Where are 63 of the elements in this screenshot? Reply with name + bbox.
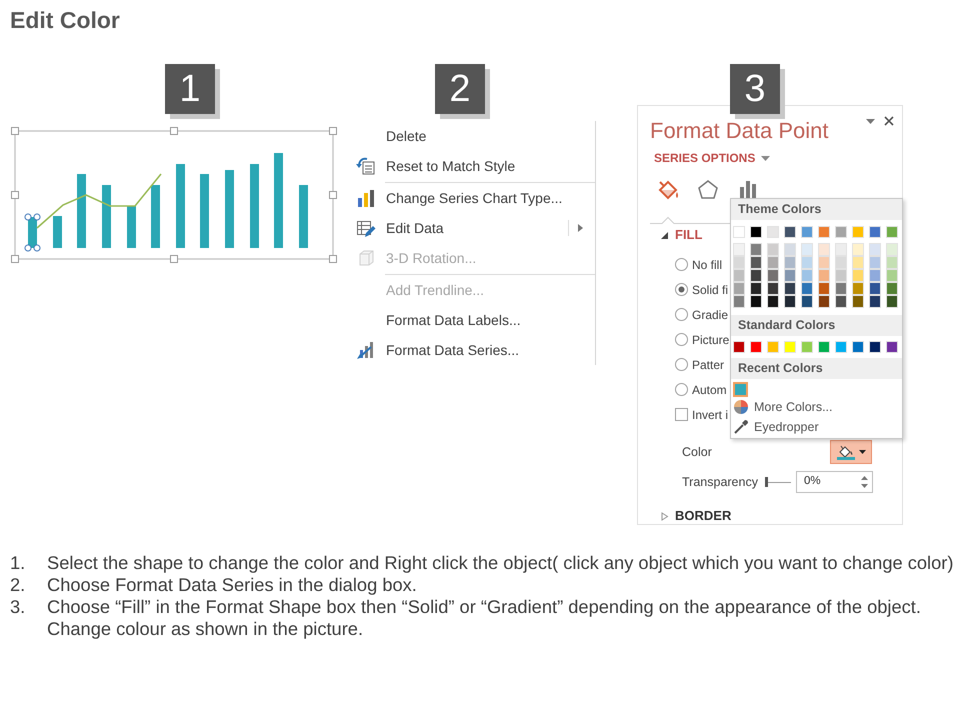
resize-handle[interactable] (329, 255, 337, 263)
list-number: 1. (10, 552, 26, 574)
section-header[interactable]: BORDER (660, 509, 732, 523)
caret-icon[interactable] (866, 118, 875, 124)
resize-handle[interactable] (11, 255, 19, 263)
menu-item[interactable]: Format Data Series... (352, 335, 595, 365)
transparency-slider[interactable] (765, 476, 791, 488)
percent-field[interactable]: 0% (796, 471, 873, 493)
instruction-text: Select the shape to change the color and Right click the object( click any object which you want to change color) (47, 552, 954, 574)
instruction-text: Choose “Fill” in the Format Shape box then “Solid” or “Gradient” depending on the appearance of the object. Change colour as shown in the picture. (47, 596, 922, 640)
fill-color-button[interactable] (830, 440, 872, 464)
panel-tab[interactable] (657, 179, 679, 201)
list-number: 2. (10, 574, 26, 596)
panel-tab[interactable] (697, 179, 719, 201)
chart-brush-icon (356, 340, 376, 360)
color-wheel-icon (733, 399, 749, 415)
eyedropper-icon (733, 419, 749, 435)
instruction-text: Choose Format Data Series in the dialog box. (47, 574, 418, 596)
slider-thumb[interactable] (765, 477, 768, 487)
pentagon-icon (697, 179, 719, 201)
chart-frame[interactable] (14, 130, 334, 260)
paint-bucket-icon (836, 444, 854, 460)
trend-line[interactable] (36, 174, 162, 229)
menu-item[interactable]: Delete (352, 121, 595, 151)
menu-item[interactable]: Format Data Labels... (352, 305, 595, 335)
radio-option[interactable]: No fill (675, 252, 722, 277)
resize-handle[interactable] (170, 127, 178, 135)
pane-title: Format Data Point (650, 120, 829, 142)
popup-menu-item[interactable]: Eyedropper (731, 417, 819, 437)
radio-option[interactable]: Gradie (675, 302, 728, 327)
submenu-arrow-icon (578, 224, 583, 232)
paint-bucket-icon (657, 179, 679, 201)
resize-handle[interactable] (329, 127, 337, 135)
slide-title: Edit Color (10, 6, 120, 34)
close-icon[interactable] (884, 116, 894, 126)
resize-handle[interactable] (11, 191, 19, 199)
spinner-icon[interactable] (861, 476, 868, 488)
menu-item[interactable]: Edit Data (352, 213, 595, 243)
caret-icon (761, 156, 770, 160)
reset-icon (356, 156, 376, 176)
resize-handle[interactable] (170, 255, 178, 263)
radio-option[interactable]: Picture (675, 327, 730, 352)
section-header[interactable]: FILL (660, 228, 702, 242)
bar-chart-icon (356, 188, 376, 208)
color-label: Color (682, 444, 712, 461)
resize-handle[interactable] (11, 127, 19, 135)
list-number: 3. (10, 596, 26, 618)
menu-item[interactable]: Reset to Match Style (352, 151, 595, 181)
radio-option[interactable]: Autom (675, 377, 727, 402)
radio-option[interactable]: Patter (675, 352, 724, 377)
radio-option[interactable]: Solid fi (675, 277, 728, 302)
popup-menu-item[interactable]: More Colors... (731, 397, 832, 417)
resize-handle[interactable] (329, 191, 337, 199)
checkbox-option[interactable]: Invert i (675, 402, 728, 427)
caret-icon (858, 450, 866, 454)
color-group-header: Recent Colors (731, 358, 902, 379)
table-pencil-icon (356, 218, 376, 238)
color-swatch[interactable] (733, 382, 748, 397)
menu-item[interactable]: Change Series Chart Type... (352, 183, 595, 213)
color-group-header: Theme Colors (731, 199, 902, 220)
color-group-header: Standard Colors (731, 315, 902, 336)
transparency-label: Transparency (682, 474, 759, 491)
series-options-dropdown[interactable]: SERIES OPTIONS (654, 150, 770, 166)
